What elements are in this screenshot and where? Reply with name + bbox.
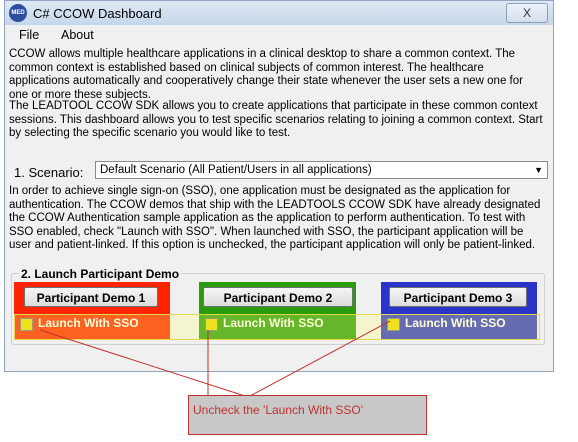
callout-arrows <box>39 320 391 397</box>
callout-text: Uncheck the 'Launch With SSO' <box>193 403 363 417</box>
callout-box: Uncheck the 'Launch With SSO' <box>188 395 427 435</box>
